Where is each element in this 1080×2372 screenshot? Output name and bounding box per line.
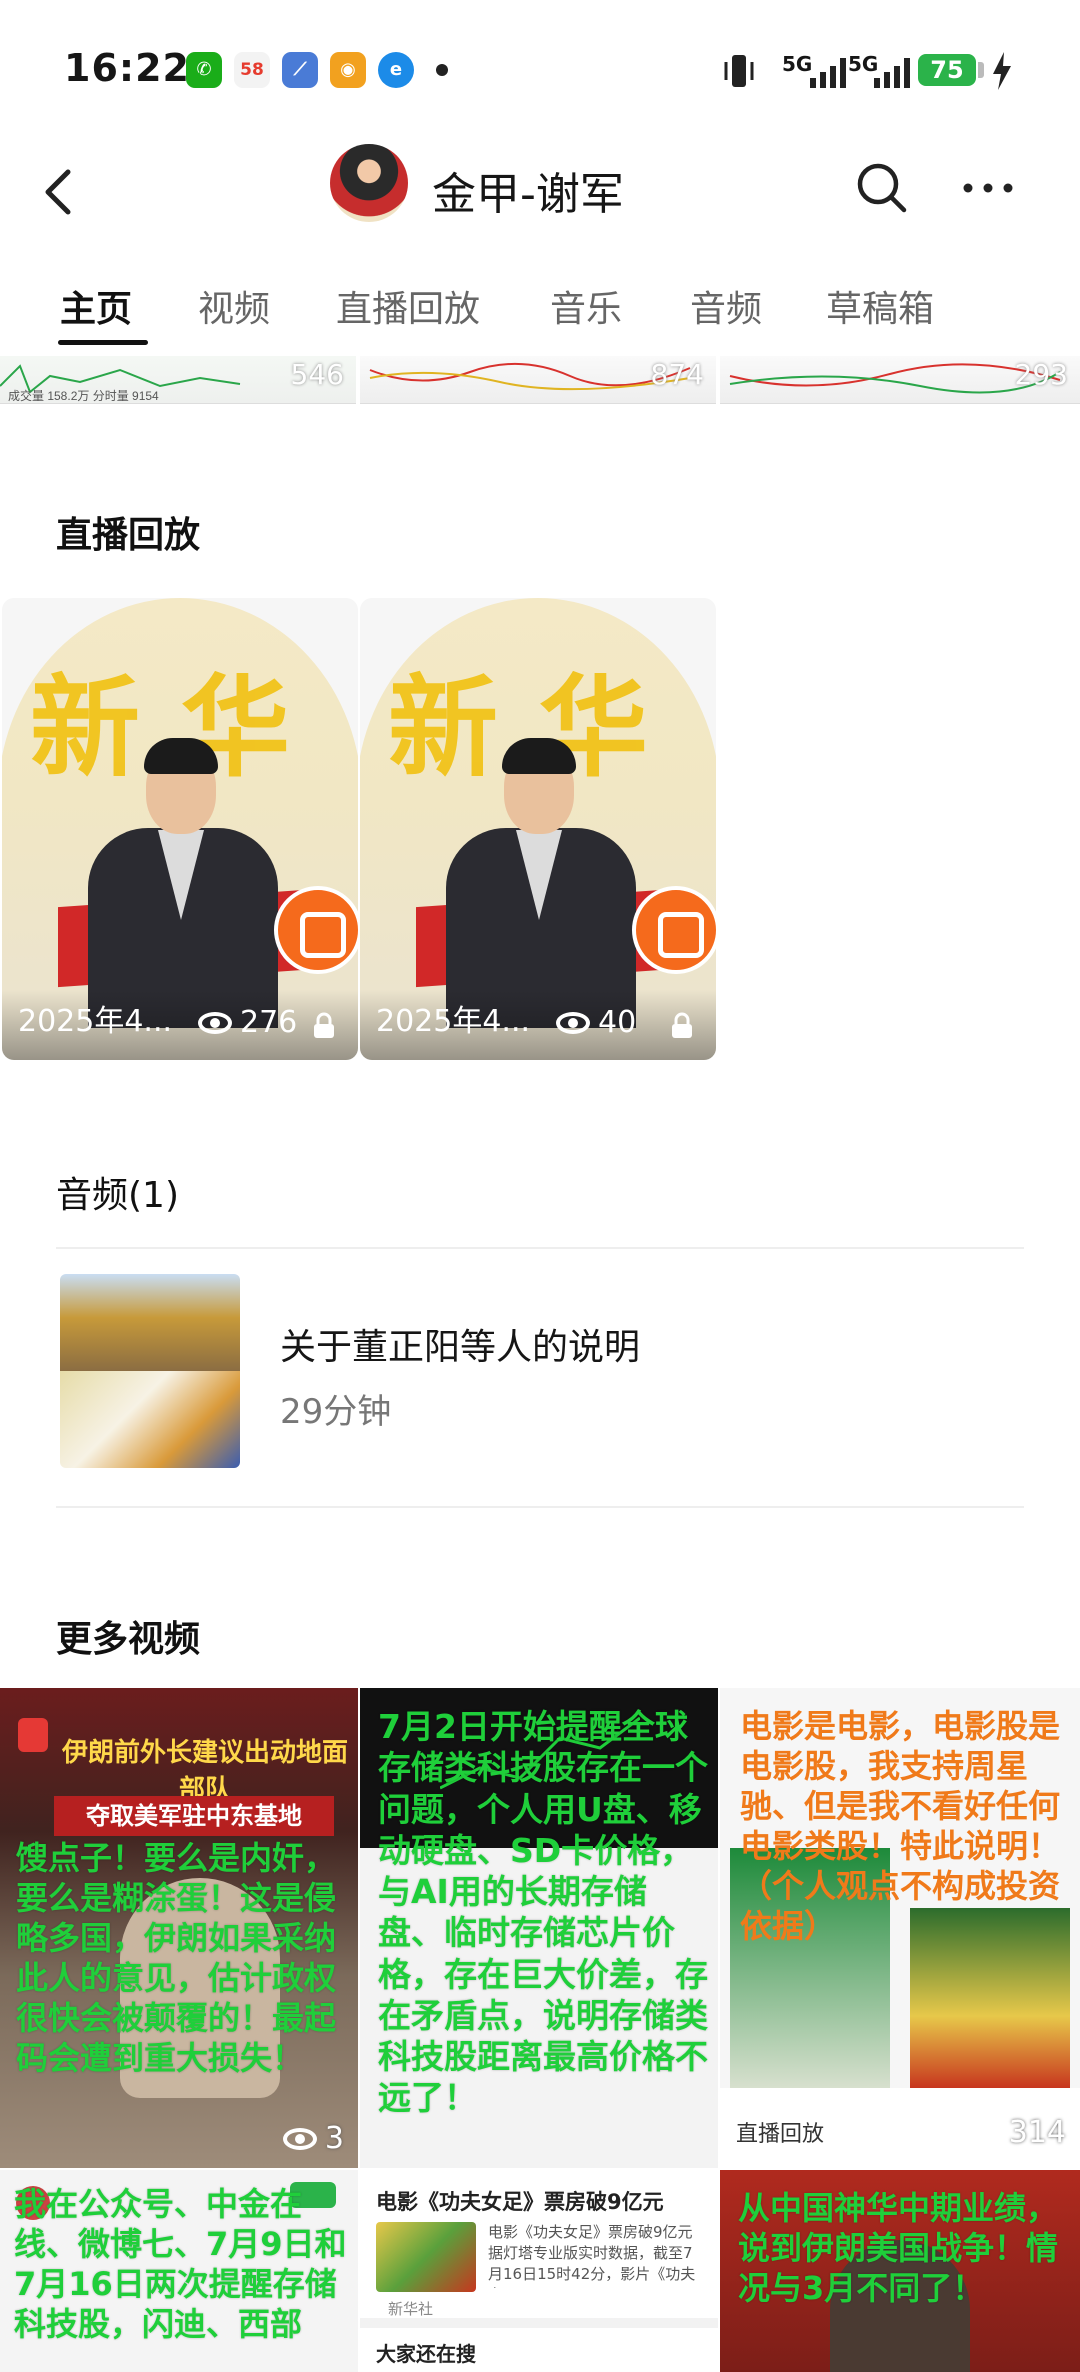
eye-icon: [282, 2127, 317, 2150]
lock-icon: [672, 1012, 692, 1038]
status-time: 16:22: [64, 46, 190, 90]
red-packet-icon: [18, 1718, 48, 1752]
tab-music[interactable]: 音乐: [550, 280, 622, 332]
news-thumbnail: [376, 2222, 476, 2292]
eye-icon: [556, 1011, 590, 1034]
video-overlay-text: 馊点子！要么是内奸，要么是糊涂蛋！这是侵略多国，伊朗如果采纳此人的意见，估计政权…: [16, 1839, 337, 2077]
signal-2-icon: [874, 58, 910, 88]
strip-views-1: 546: [290, 358, 344, 391]
strip-views-3: 293: [1014, 358, 1068, 391]
weibo-icon: ◉: [330, 52, 366, 88]
live-replay-section-title: 直播回放: [56, 515, 201, 556]
video-overlay-text: 电影是电影，电影股是电影股，我支持周星驰、但是我不看好任何电影类股！特此说明！（…: [740, 1707, 1061, 1945]
video-views: 3: [282, 2121, 344, 2156]
video-thumb-strip-2[interactable]: 874: [360, 356, 716, 404]
avatar[interactable]: [330, 144, 408, 222]
divider: [56, 1506, 1024, 1508]
tab-home[interactable]: 主页: [60, 280, 132, 332]
news-title: 电影《功夫女足》票房破9亿元: [376, 2190, 664, 2214]
video-views: 314: [966, 2115, 1066, 2150]
video-views-count: 314: [1008, 2115, 1066, 2150]
divider: [56, 1247, 1024, 1249]
audio-duration: 29分钟: [280, 1392, 392, 1432]
svg-text:成交量 158.2万 分时量 9154: 成交量 158.2万 分时量 9154: [8, 388, 159, 403]
status-bar: 16:22 ✆ 58 ⟋ ◉ e 5G 5G 75: [0, 0, 1080, 140]
video-overlay-text: 我在公众号、中金在线、微博七、7月9日和7月16日两次提醒存储科技股，闪迪、西部: [14, 2185, 347, 2343]
audio-cover[interactable]: [60, 1274, 240, 1468]
vibrate-icon: [724, 55, 754, 87]
video-thumb-strip-3[interactable]: 293: [720, 356, 1080, 404]
lock-icon: [314, 1012, 334, 1038]
live-views-count: 276: [240, 1005, 298, 1040]
video-headline: 伊朗前外长建议出动地面部队: [61, 1738, 348, 1805]
strip-views-2: 874: [650, 358, 704, 391]
news-source: 新华社: [388, 2300, 434, 2318]
video-card[interactable]: 直播回放 电影是电影，电影股是电影股，我支持周星驰、但是我不看好任何电影类股！特…: [720, 1688, 1080, 2168]
divider: [360, 2318, 718, 2328]
tab-videos[interactable]: 视频: [198, 280, 270, 332]
video-card[interactable]: 7月2日开始提醒全球存储类科技股存在一个问题，个人用U盘、移动硬盘、SD卡价格，…: [360, 1688, 718, 2168]
signal-1-icon: [810, 58, 846, 88]
trending-searches-label[interactable]: 大家还在搜: [376, 2338, 476, 2367]
person-hair: [144, 738, 218, 774]
video-thumb-strip-1[interactable]: 成交量 158.2万 分时量 9154 546: [0, 356, 356, 404]
stock-icon: ⟋: [282, 52, 318, 88]
live-camera-icon: [632, 886, 716, 974]
video-card[interactable]: 伊朗前外长建议出动地面部队 夺取美军驻中东基地 馊点子！要么是内奸，要么是糊涂蛋…: [0, 1688, 358, 2168]
video-card[interactable]: 我在公众号、中金在线、微博七、7月9日和7月16日两次提醒存储科技股，闪迪、西部: [0, 2170, 358, 2372]
more-videos-section-title: 更多视频: [56, 1619, 201, 1660]
active-tab-indicator: [58, 340, 148, 345]
live-views: 276: [198, 1005, 297, 1040]
person-hair: [502, 738, 576, 774]
news-body: 电影《功夫女足》票房破9亿元 据灯塔专业版实时数据，截至7月16日15时42分，…: [488, 2223, 696, 2288]
back-icon[interactable]: [30, 160, 94, 224]
audio-cover-top: [60, 1274, 240, 1371]
live-replay-card[interactable]: 新华 2025年4... 40: [360, 598, 716, 1060]
audio-cover-bottom: [60, 1371, 240, 1468]
video-card[interactable]: 从中国神华中期业绩，说到伊朗美国战争！情况与3月不同了！: [720, 2170, 1080, 2372]
more-notifications-dot: [436, 64, 448, 76]
profile-header: 金甲-谢军: [0, 140, 1080, 250]
battery-level: 75: [918, 54, 976, 86]
battery-tip: [978, 62, 984, 78]
browser-icon: e: [378, 52, 414, 88]
video-overlay-text: 7月2日开始提醒全球存储类科技股存在一个问题，个人用U盘、移动硬盘、SD卡价格，…: [378, 1707, 708, 2118]
live-views: 40: [556, 1005, 636, 1040]
charging-icon: [993, 52, 1011, 90]
tab-audio[interactable]: 音频: [690, 280, 762, 332]
video-caption: 直播回放: [736, 2122, 825, 2147]
audio-title[interactable]: 关于董正阳等人的说明: [280, 1318, 640, 1370]
video-subheadline: 夺取美军驻中东基地: [54, 1796, 334, 1836]
video-card[interactable]: 电影《功夫女足》票房破9亿元 电影《功夫女足》票房破9亿元 据灯塔专业版实时数据…: [360, 2170, 718, 2372]
search-icon[interactable]: [850, 156, 914, 220]
tab-live-replay[interactable]: 直播回放: [336, 280, 480, 332]
network-label-1: 5G: [782, 52, 813, 76]
video-overlay-text: 从中国神华中期业绩，说到伊朗美国战争！情况与3月不同了！: [738, 2189, 1059, 2307]
live-date: 2025年4...: [376, 1004, 531, 1039]
tab-drafts[interactable]: 草稿箱: [826, 280, 934, 332]
eye-icon: [966, 2121, 1001, 2144]
live-replay-card[interactable]: 新华 2025年4... 276: [2, 598, 358, 1060]
more-options-icon[interactable]: [956, 156, 1020, 220]
wechat-icon: ✆: [186, 52, 222, 88]
58-icon: 58: [234, 52, 270, 88]
live-views-count: 40: [598, 1005, 637, 1040]
live-camera-icon: [274, 886, 358, 974]
video-views-count: 3: [324, 2121, 344, 2156]
profile-name: 金甲-谢军: [432, 169, 624, 220]
eye-icon: [198, 1011, 232, 1034]
audio-section-title: 音频(1): [56, 1175, 179, 1216]
live-date: 2025年4...: [18, 1004, 173, 1039]
profile-tabs: 主页 视频 直播回放 音乐 音频 草稿箱: [0, 270, 1080, 350]
